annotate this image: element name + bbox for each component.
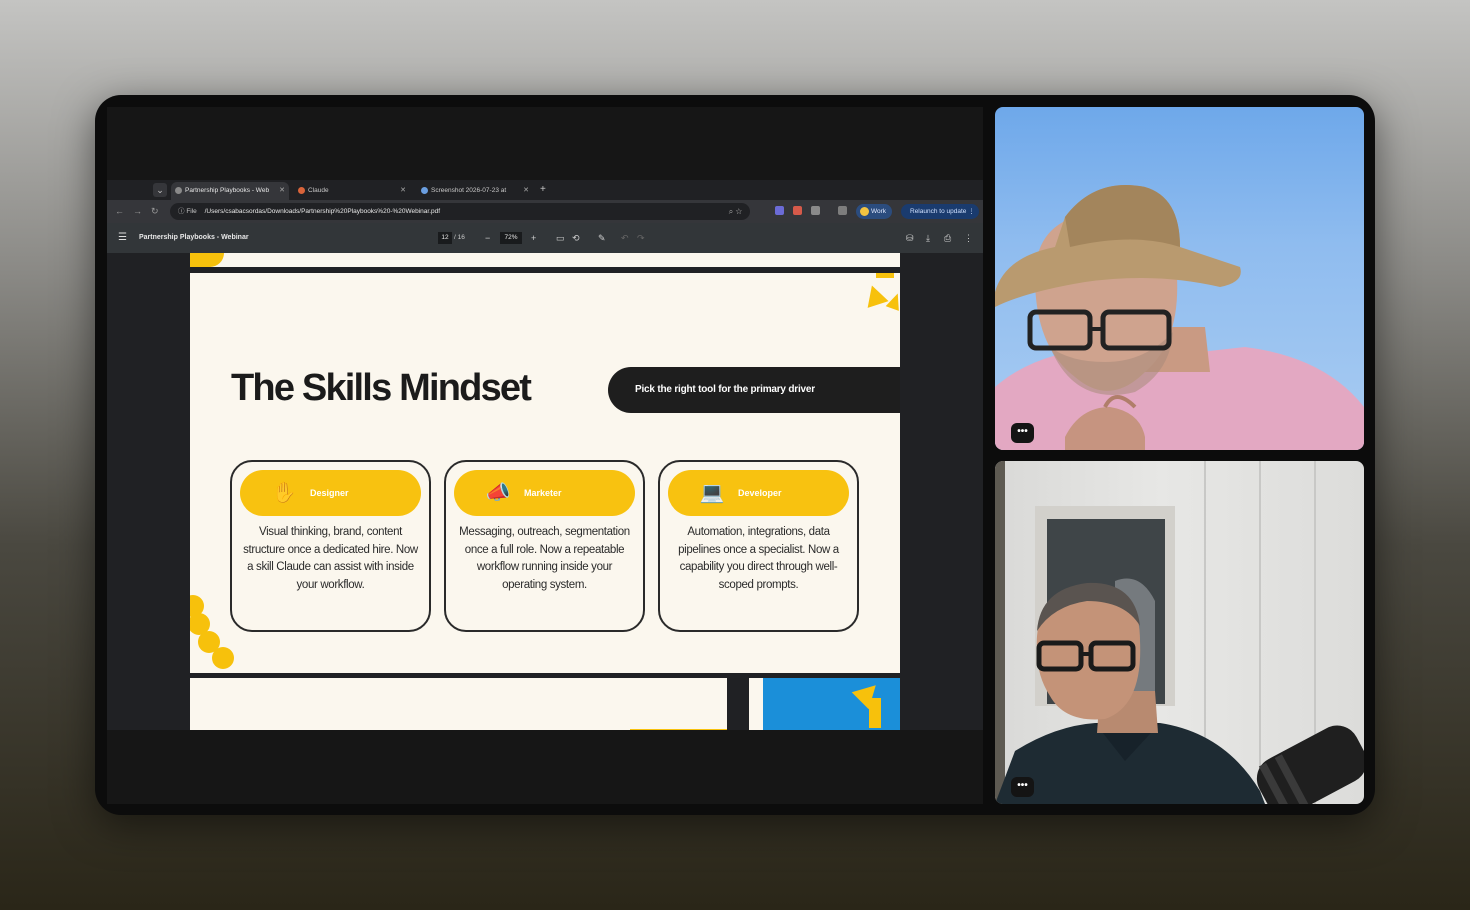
- tab-label: Screenshot 2026-07-23 at: [431, 187, 507, 194]
- print-icon[interactable]: ⎙: [944, 223, 951, 253]
- undo-icon[interactable]: ↶: [621, 223, 629, 253]
- extension-icon[interactable]: [775, 206, 784, 215]
- decorative-shape: [869, 698, 881, 728]
- save-drive-icon[interactable]: ⛁: [906, 223, 914, 253]
- rotate-icon[interactable]: ⟲: [572, 223, 580, 253]
- close-tab-icon[interactable]: ✕: [523, 182, 529, 200]
- participant-photo: [995, 185, 1364, 450]
- tab-screenshot[interactable]: Screenshot 2026-07-23 at ✕: [417, 182, 533, 200]
- profile-button[interactable]: Work: [856, 204, 893, 219]
- decorative-shape: [190, 253, 224, 267]
- new-tab-icon[interactable]: +: [540, 182, 546, 198]
- menu-icon[interactable]: ☰: [118, 223, 127, 253]
- skill-card-designer: ✋ Designer Visual thinking, brand, conte…: [230, 460, 431, 632]
- tab-search-icon[interactable]: ⌄: [153, 183, 167, 197]
- participant-photo: [995, 461, 1364, 804]
- palette-hand-icon: ✋: [271, 482, 297, 504]
- globe-favicon-icon: [421, 187, 428, 194]
- participant-video-2[interactable]: •••: [995, 461, 1364, 804]
- download-icon[interactable]: ⤓: [926, 223, 930, 253]
- file-chip: ⓘ File: [178, 208, 197, 215]
- avatar: [860, 207, 869, 216]
- page-total: / 16: [454, 234, 465, 241]
- previous-page: [190, 253, 900, 267]
- decorative-shape: [876, 273, 894, 278]
- slide-page: The Skills Mindset Pick the right tool f…: [190, 273, 900, 673]
- pdf-title: Partnership Playbooks - Webinar: [139, 234, 249, 241]
- extension-icon[interactable]: [811, 206, 820, 215]
- forward-icon[interactable]: →: [133, 204, 142, 218]
- more-options-icon[interactable]: ⋮: [964, 223, 973, 253]
- next-page: [190, 678, 727, 730]
- megaphone-icon: 📣: [485, 482, 511, 504]
- annotate-icon[interactable]: ✎: [598, 223, 606, 253]
- card-header: ✋ Designer: [240, 470, 421, 516]
- card-label: Developer: [738, 488, 782, 498]
- screen-share: ⌄ Partnership Playbooks - Web ✕ Claude ✕…: [107, 107, 983, 804]
- more-options-button[interactable]: •••: [1011, 423, 1034, 443]
- participant-video-1[interactable]: •••: [995, 107, 1364, 450]
- pdf-viewer[interactable]: The Skills Mindset Pick the right tool f…: [107, 253, 983, 730]
- fit-page-icon[interactable]: ▭: [556, 223, 565, 253]
- url-text: /Users/csabacsordas/Downloads/Partnershi…: [204, 208, 441, 215]
- decorative-triangle: [885, 291, 900, 311]
- address-bar[interactable]: ⓘ File /Users/csabacsordas/Downloads/Par…: [170, 203, 750, 220]
- tagline-pill: Pick the right tool for the primary driv…: [608, 367, 900, 413]
- card-header: 💻 Developer: [668, 470, 849, 516]
- claude-favicon-icon: [298, 187, 305, 194]
- skill-card-developer: 💻 Developer Automation, integrations, da…: [658, 460, 859, 632]
- extension-icon[interactable]: [793, 206, 802, 215]
- decorative-triangle: [861, 282, 889, 308]
- more-options-button[interactable]: •••: [1011, 777, 1034, 797]
- zoom-out-icon[interactable]: −: [485, 223, 490, 253]
- zoom-bookmark-icons[interactable]: ⌕ ☆: [729, 203, 742, 220]
- developer-laptop-icon: 💻: [699, 482, 725, 504]
- card-body: Messaging, outreach, segmentation once a…: [459, 526, 630, 591]
- close-tab-icon[interactable]: ✕: [400, 182, 406, 200]
- next-page-panel: [749, 676, 900, 730]
- zoom-input[interactable]: 72%: [500, 232, 522, 244]
- extension-icon[interactable]: [838, 206, 847, 215]
- card-header: 📣 Marketer: [454, 470, 635, 516]
- tab-partnership-playbooks[interactable]: Partnership Playbooks - Web ✕: [171, 182, 289, 200]
- decorative-shape: [630, 729, 727, 730]
- back-icon[interactable]: ←: [115, 204, 124, 218]
- card-body: Automation, integrations, data pipelines…: [678, 526, 839, 591]
- browser-tab-bar: ⌄ Partnership Playbooks - Web ✕ Claude ✕…: [107, 180, 983, 200]
- card-body: Visual thinking, brand, content structur…: [243, 526, 418, 591]
- redo-icon[interactable]: ↷: [637, 223, 645, 253]
- tab-label: Claude: [308, 187, 329, 194]
- zoom-in-icon[interactable]: +: [531, 223, 536, 253]
- tab-label: Partnership Playbooks - Web: [185, 187, 270, 194]
- relaunch-button[interactable]: Relaunch to update ⋮: [901, 204, 979, 219]
- reload-icon[interactable]: ↻: [151, 204, 159, 218]
- decorative-shape: [212, 647, 234, 669]
- browser-toolbar: ← → ↻ ⓘ File /Users/csabacsordas/Downloa…: [107, 200, 983, 223]
- slide-title: The Skills Mindset: [231, 367, 532, 409]
- pdf-toolbar: ☰ Partnership Playbooks - Webinar 12 / 1…: [107, 223, 983, 253]
- card-label: Designer: [310, 488, 349, 498]
- close-tab-icon[interactable]: ✕: [279, 182, 285, 200]
- skill-card-marketer: 📣 Marketer Messaging, outreach, segmenta…: [444, 460, 645, 632]
- favicon-icon: [175, 187, 182, 194]
- tab-claude[interactable]: Claude ✕: [294, 182, 410, 200]
- page-number-input[interactable]: 12: [438, 232, 452, 244]
- card-label: Marketer: [524, 488, 562, 498]
